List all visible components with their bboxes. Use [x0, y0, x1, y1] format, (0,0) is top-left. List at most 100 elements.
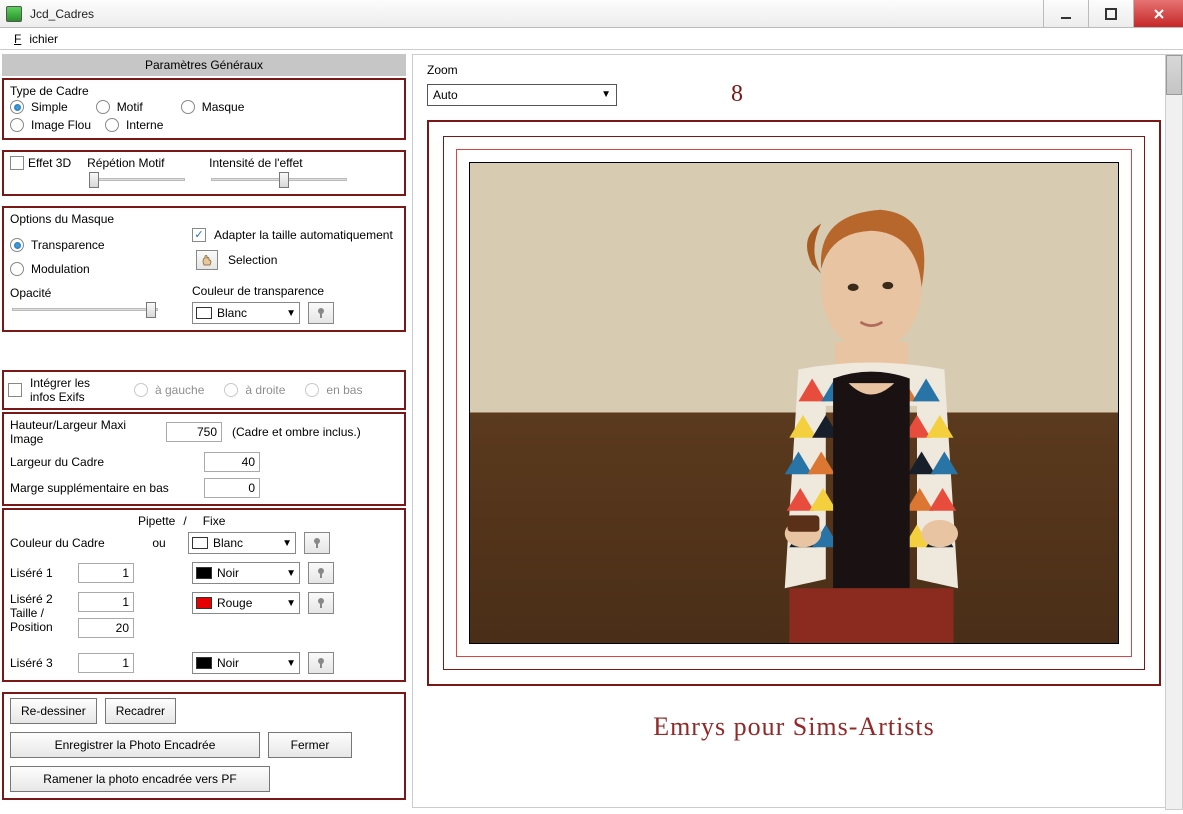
swatch-white: [192, 537, 208, 549]
ou-label: ou: [134, 536, 184, 550]
button-recadrer[interactable]: Recadrer: [105, 698, 176, 724]
menubar: Fichier: [0, 28, 1183, 50]
hand-icon: [201, 254, 213, 266]
radio-exif-bas[interactable]: [305, 383, 319, 397]
slider-opacite[interactable]: [10, 300, 160, 318]
left-panel: Paramètres Généraux 1 Type de Cadre Simp…: [0, 50, 410, 814]
pin-icon: [315, 307, 327, 319]
eyedropper-lisere3[interactable]: [308, 652, 334, 674]
combo-lisere2[interactable]: Rouge ▼: [192, 592, 300, 614]
titlebar: Jcd_Cadres: [0, 0, 1183, 28]
minimize-button[interactable]: [1043, 0, 1088, 27]
checkbox-integrer-exif[interactable]: [8, 383, 22, 397]
radio-simple[interactable]: [10, 100, 24, 114]
intensite-label: Intensité de l'effet: [209, 156, 349, 170]
button-fermer[interactable]: Fermer: [268, 732, 352, 758]
group-dimensions: 5 Hauteur/Largeur Maxi Image (Cadre et o…: [2, 412, 406, 506]
radio-modulation[interactable]: [10, 262, 24, 276]
swatch-black: [196, 657, 212, 669]
lisere3-label: Liséré 3: [10, 656, 74, 670]
checkbox-effet-3d[interactable]: [10, 156, 24, 170]
radio-masque-label: Masque: [202, 100, 245, 114]
param-header: Paramètres Généraux: [2, 54, 406, 76]
radio-interne[interactable]: [105, 118, 119, 132]
button-enregistrer[interactable]: Enregistrer la Photo Encadrée: [10, 732, 260, 758]
fixe-label: Fixe: [203, 514, 226, 528]
combo-couleur-cadre[interactable]: Blanc ▼: [188, 532, 296, 554]
preview-image: [470, 163, 1118, 643]
eyedropper-cadre[interactable]: [304, 532, 330, 554]
scrollbar-thumb[interactable]: [1166, 55, 1182, 95]
button-redessiner[interactable]: Re-dessiner: [10, 698, 97, 724]
combo-lisere3[interactable]: Noir ▼: [192, 652, 300, 674]
swatch-black: [196, 567, 212, 579]
eyedropper-transparence[interactable]: [308, 302, 334, 324]
pin-icon: [311, 537, 323, 549]
combo-lisere1-value: Noir: [217, 566, 239, 580]
checkbox-adapter-taille[interactable]: [192, 228, 206, 242]
combo-couleur-transparence[interactable]: Blanc ▼: [192, 302, 300, 324]
close-button[interactable]: [1133, 0, 1183, 27]
sim-character: [677, 187, 1066, 643]
radio-transparence-label: Transparence: [31, 238, 105, 252]
lisere1-label: Liséré 1: [10, 566, 74, 580]
radio-simple-label: Simple: [31, 100, 68, 114]
input-largeur-cadre[interactable]: [204, 452, 260, 472]
group-exif: 4 Intégrer les infos Exifs à gauche à dr…: [2, 370, 406, 410]
group-actions: 7 Re-dessiner Recadrer Enregistrer la Ph…: [2, 692, 406, 800]
effet-3d-label: Effet 3D: [28, 156, 71, 170]
slash-label: /: [183, 514, 186, 528]
combo-lisere2-value: Rouge: [217, 596, 252, 610]
radio-masque[interactable]: [181, 100, 195, 114]
chevron-down-icon: ▼: [282, 538, 292, 549]
lisere2-label: Liséré 2 Taille / Position: [10, 592, 74, 634]
combo-lisere1[interactable]: Noir ▼: [192, 562, 300, 584]
input-lisere3[interactable]: [78, 653, 134, 673]
menu-file[interactable]: Fichier: [6, 30, 74, 48]
hauteur-label: Hauteur/Largeur Maxi Image: [10, 418, 162, 446]
window-buttons: [1043, 0, 1183, 27]
window-title: Jcd_Cadres: [28, 7, 1043, 21]
selection-label: Selection: [228, 253, 277, 267]
combo-zoom[interactable]: Auto ▼: [427, 84, 617, 106]
radio-exif-gauche-label: à gauche: [155, 383, 204, 397]
radio-transparence[interactable]: [10, 238, 24, 252]
input-hauteur-maxi[interactable]: [166, 422, 222, 442]
chevron-down-icon: ▼: [286, 568, 296, 579]
scrollbar-vertical[interactable]: [1165, 54, 1183, 810]
annotation-8: 8: [731, 81, 743, 108]
radio-interne-label: Interne: [126, 118, 163, 132]
radio-exif-droite-label: à droite: [245, 383, 285, 397]
signature-text: Emrys pour Sims-Artists: [413, 712, 1175, 742]
input-lisere2-taille[interactable]: [78, 592, 134, 612]
input-lisere1[interactable]: [78, 563, 134, 583]
integrer-exif-label: Intégrer les infos Exifs: [30, 376, 108, 404]
selection-tool-button[interactable]: [196, 250, 218, 270]
maximize-button[interactable]: [1088, 0, 1133, 27]
radio-exif-gauche[interactable]: [134, 383, 148, 397]
swatch-red: [196, 597, 212, 609]
pipette-label: Pipette: [138, 514, 175, 528]
couleur-cadre-label: Couleur du Cadre: [10, 536, 130, 550]
radio-exif-bas-label: en bas: [326, 383, 362, 397]
radio-exif-droite[interactable]: [224, 383, 238, 397]
input-marge[interactable]: [204, 478, 260, 498]
eyedropper-lisere1[interactable]: [308, 562, 334, 584]
main-area: Paramètres Généraux 1 Type de Cadre Simp…: [0, 50, 1183, 814]
input-lisere2-position[interactable]: [78, 618, 134, 638]
slider-repetition[interactable]: [87, 170, 187, 188]
largeur-cadre-label: Largeur du Cadre: [10, 455, 200, 469]
eyedropper-lisere2[interactable]: [308, 592, 334, 614]
radio-modulation-label: Modulation: [31, 262, 90, 276]
combo-couleur-transparence-value: Blanc: [217, 306, 247, 320]
swatch-white: [196, 307, 212, 319]
zoom-label: Zoom: [427, 63, 1175, 77]
group-type-de-cadre: 1 Type de Cadre Simple Motif Masque Imag…: [2, 78, 406, 140]
radio-motif[interactable]: [96, 100, 110, 114]
app-icon: [6, 6, 22, 22]
slider-intensite[interactable]: [209, 170, 349, 188]
radio-motif-label: Motif: [117, 100, 143, 114]
button-ramener[interactable]: Ramener la photo encadrée vers PF: [10, 766, 270, 792]
radio-image-flou[interactable]: [10, 118, 24, 132]
hauteur-note: (Cadre et ombre inclus.): [232, 425, 361, 439]
